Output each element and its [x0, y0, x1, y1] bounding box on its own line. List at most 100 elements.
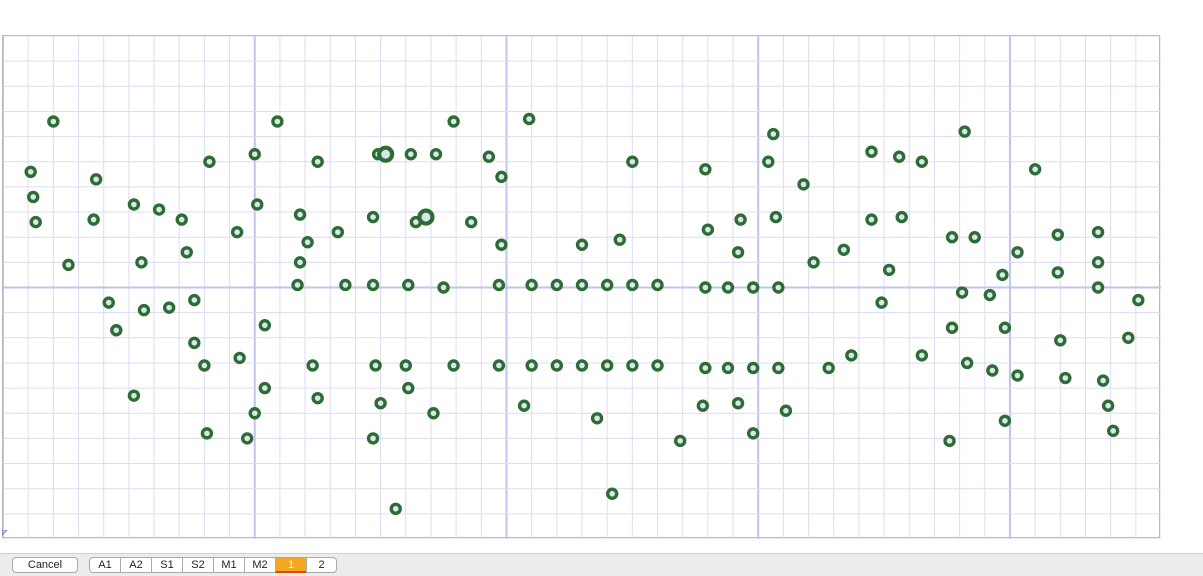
data-point[interactable]	[779, 404, 793, 417]
data-point[interactable]	[651, 359, 664, 372]
tab-a2[interactable]: A2	[120, 557, 151, 573]
data-point[interactable]	[251, 198, 264, 211]
data-point[interactable]	[1091, 281, 1105, 294]
data-point[interactable]	[955, 286, 969, 299]
data-point[interactable]	[762, 155, 775, 168]
data-point[interactable]	[1054, 334, 1067, 347]
data-point[interactable]	[271, 115, 284, 128]
tab-s1[interactable]: S1	[151, 557, 182, 573]
data-point[interactable]	[613, 233, 626, 246]
data-point[interactable]	[180, 246, 193, 259]
data-point[interactable]	[983, 288, 997, 302]
data-point[interactable]	[258, 319, 272, 332]
data-point[interactable]	[137, 303, 151, 317]
data-point[interactable]	[746, 427, 760, 440]
data-point[interactable]	[29, 215, 42, 229]
tab-s2[interactable]: S2	[182, 557, 213, 573]
grid-scatter-plot[interactable]	[3, 36, 1161, 539]
data-point[interactable]	[482, 150, 496, 163]
data-point[interactable]	[945, 321, 959, 334]
data-point[interactable]	[492, 278, 506, 292]
data-point[interactable]	[600, 278, 614, 292]
data-point[interactable]	[404, 148, 418, 161]
data-point[interactable]	[62, 258, 75, 272]
data-point[interactable]	[1059, 371, 1072, 385]
data-point[interactable]	[958, 125, 971, 138]
data-point[interactable]	[895, 210, 908, 224]
data-point[interactable]	[427, 407, 440, 420]
data-point[interactable]	[575, 238, 589, 251]
data-point[interactable]	[198, 359, 211, 372]
data-point[interactable]	[175, 213, 188, 226]
data-point[interactable]	[258, 381, 272, 395]
data-point[interactable]	[200, 427, 214, 440]
data-point[interactable]	[1101, 399, 1115, 412]
data-point[interactable]	[447, 359, 460, 372]
data-point[interactable]	[550, 359, 564, 372]
data-point[interactable]	[550, 278, 564, 292]
data-point[interactable]	[293, 256, 307, 269]
data-point[interactable]	[673, 434, 687, 448]
tab-m2[interactable]: M2	[244, 557, 275, 573]
data-point[interactable]	[600, 359, 614, 372]
data-point[interactable]	[837, 243, 851, 256]
data-point[interactable]	[1122, 331, 1135, 344]
data-point[interactable]	[369, 359, 382, 372]
data-point[interactable]	[1011, 369, 1024, 382]
data-point[interactable]	[525, 278, 538, 292]
data-point[interactable]	[27, 190, 40, 204]
data-point[interactable]	[769, 210, 783, 224]
data-point[interactable]	[882, 263, 896, 277]
data-point[interactable]	[1011, 246, 1024, 259]
data-point[interactable]	[127, 389, 141, 402]
data-point[interactable]	[233, 351, 246, 365]
data-point[interactable]	[374, 396, 387, 410]
data-point[interactable]	[807, 256, 820, 269]
data-point[interactable]	[746, 281, 760, 294]
data-point[interactable]	[734, 213, 747, 226]
data-point[interactable]	[311, 391, 324, 405]
data-point[interactable]	[575, 278, 589, 292]
data-point[interactable]	[1051, 266, 1064, 279]
data-point[interactable]	[366, 210, 380, 224]
data-point[interactable]	[915, 155, 929, 168]
data-point[interactable]	[590, 412, 604, 425]
data-point[interactable]	[188, 336, 201, 350]
data-point[interactable]	[429, 148, 443, 161]
data-point[interactable]	[606, 487, 619, 500]
data-point[interactable]	[701, 223, 715, 236]
data-point[interactable]	[203, 155, 216, 168]
data-point[interactable]	[162, 301, 176, 314]
data-point[interactable]	[248, 148, 261, 161]
data-point[interactable]	[1132, 293, 1145, 307]
data-point[interactable]	[1091, 225, 1105, 239]
data-point[interactable]	[306, 359, 319, 372]
data-point[interactable]	[311, 155, 324, 168]
tab-2[interactable]: 2	[306, 557, 337, 573]
data-point[interactable]	[772, 281, 785, 294]
data-point[interactable]	[721, 361, 735, 375]
data-point[interactable]	[731, 246, 745, 259]
data-point[interactable]	[845, 349, 858, 362]
data-point[interactable]	[875, 296, 888, 309]
data-point[interactable]	[721, 281, 735, 294]
data-point[interactable]	[293, 208, 307, 221]
data-point[interactable]	[291, 278, 304, 292]
data-point[interactable]	[998, 321, 1012, 334]
data-point[interactable]	[135, 256, 148, 269]
data-point[interactable]	[960, 356, 974, 370]
data-point[interactable]	[389, 502, 402, 516]
data-point[interactable]	[892, 150, 906, 163]
cancel-button[interactable]: Cancel	[12, 557, 78, 573]
data-point[interactable]	[1028, 163, 1042, 176]
data-point[interactable]	[699, 163, 712, 176]
data-point[interactable]	[968, 230, 981, 244]
data-point[interactable]	[772, 361, 785, 375]
data-point[interactable]	[865, 145, 878, 158]
data-point[interactable]	[522, 112, 536, 126]
data-point[interactable]	[47, 115, 60, 128]
drawing-canvas[interactable]	[2, 35, 1161, 539]
data-point[interactable]	[152, 203, 166, 216]
data-point[interactable]	[366, 432, 380, 445]
data-point[interactable]	[417, 208, 435, 226]
